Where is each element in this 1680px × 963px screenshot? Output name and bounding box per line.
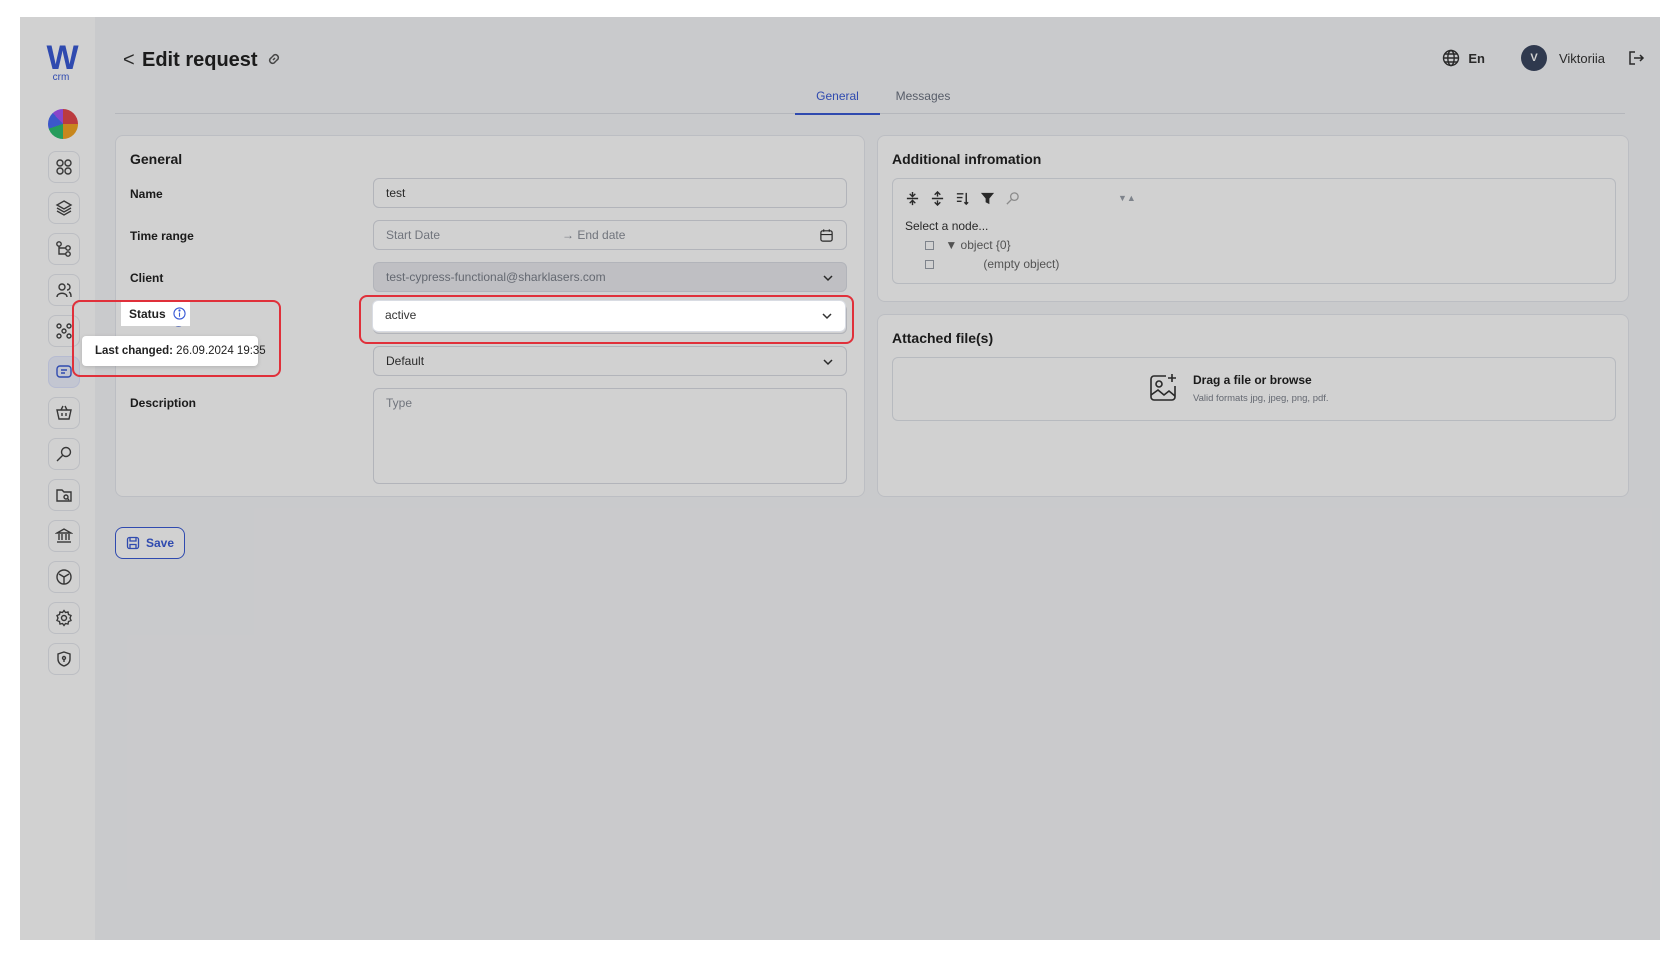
tab-messages[interactable]: Messages — [883, 87, 963, 113]
shield-icon — [57, 651, 71, 667]
additional-info-card: Additional infromation ▼▲ Select a node.… — [877, 135, 1629, 302]
description-placeholder: Type — [386, 396, 413, 410]
end-date-placeholder: → End date — [562, 228, 626, 242]
bank-icon — [55, 528, 73, 543]
sidebar-item-hierarchy[interactable] — [48, 233, 80, 265]
expand-all-icon[interactable] — [905, 191, 920, 206]
tree-empty-checkbox[interactable] — [925, 260, 934, 270]
globe-icon — [1443, 49, 1460, 67]
sidebar-item-settings[interactable] — [48, 602, 80, 634]
time-range-field[interactable]: Start Date → End date — [373, 220, 847, 250]
tree-empty-row[interactable]: (empty object) — [925, 257, 1059, 271]
add-image-icon — [1150, 374, 1176, 401]
tree-empty-label: (empty object) — [983, 257, 1060, 271]
name-field[interactable]: test — [373, 178, 847, 208]
priority-select[interactable]: Default — [373, 346, 847, 376]
collapse-all-icon[interactable] — [930, 191, 945, 206]
settings-icon — [56, 609, 72, 627]
language-switch[interactable]: En — [1442, 49, 1485, 67]
top-bar: < Edit request En V Viktoriia — [115, 42, 1645, 78]
save-icon — [126, 536, 140, 550]
description-label: Description — [130, 396, 197, 410]
dropzone-hint: Valid formats jpg, jpeg, png, pdf. — [1193, 393, 1329, 404]
sidebar-item-basket[interactable] — [48, 397, 80, 429]
file-dropzone[interactable]: Drag a file or browse Valid formats jpg,… — [892, 357, 1616, 421]
folder-search-icon — [56, 489, 72, 502]
priority-value: Default — [386, 354, 425, 368]
sidebar-item-folder[interactable] — [48, 479, 80, 511]
tree-root-checkbox[interactable] — [925, 241, 934, 251]
logo-letter: W — [46, 39, 78, 77]
layers-icon — [55, 200, 73, 216]
start-date-placeholder: Start Date — [386, 228, 441, 242]
logout-icon[interactable] — [1627, 49, 1645, 67]
json-editor[interactable]: ▼▲ Select a node... ▼ object {0} (empty … — [892, 178, 1616, 284]
sidebar-item-bank[interactable] — [48, 520, 80, 552]
sort-arrows[interactable]: ▼▲ — [1118, 193, 1136, 203]
sidebar-item-key[interactable] — [48, 438, 80, 470]
app-window: W crm < Edit request En V Viktoriia Gene… — [20, 17, 1660, 940]
org-structure-icon — [56, 323, 72, 339]
description-textarea[interactable]: Type — [373, 388, 847, 484]
sort-icon[interactable] — [955, 191, 970, 206]
sidebar-item-layers[interactable] — [48, 192, 80, 224]
sidebar-item-dashboard[interactable] — [48, 151, 80, 183]
dashboard-pie-icon[interactable] — [48, 109, 78, 139]
sidebar-item-box[interactable] — [48, 561, 80, 593]
language-label: En — [1468, 50, 1485, 66]
calendar-icon[interactable] — [819, 228, 834, 243]
filter-icon[interactable] — [980, 191, 995, 206]
users-icon — [56, 283, 72, 298]
basket-icon — [56, 405, 72, 420]
key-search-icon — [56, 446, 72, 462]
time-range-label: Time range — [130, 229, 194, 243]
chevron-down-icon — [823, 275, 833, 282]
attachments-card: Attached file(s) Drag a file or browse V… — [877, 314, 1629, 497]
client-value: test-cypress-functional@sharklasers.com — [386, 270, 606, 284]
hierarchy-icon — [56, 241, 71, 257]
link-icon[interactable] — [265, 50, 283, 68]
status-tooltip-highlight — [72, 300, 281, 377]
client-label: Client — [130, 271, 164, 285]
additional-info-title: Additional infromation — [892, 151, 1042, 167]
back-button[interactable]: < — [123, 48, 135, 72]
box-icon — [56, 569, 72, 585]
save-label: Save — [145, 536, 175, 550]
page-title: Edit request — [142, 49, 258, 71]
dropzone-title[interactable]: Drag a file or browse — [1193, 373, 1312, 387]
select-node-text: Select a node... — [905, 219, 989, 233]
client-select[interactable]: test-cypress-functional@sharklasers.com — [373, 262, 847, 292]
name-label: Name — [130, 187, 163, 201]
app-logo[interactable]: W crm — [42, 39, 80, 83]
sidebar-item-security[interactable] — [48, 643, 80, 675]
chevron-down-icon — [823, 359, 833, 366]
dashboard-grid-icon — [56, 159, 72, 175]
requests-icon — [56, 365, 72, 378]
tab-general[interactable]: General — [795, 87, 880, 115]
json-toolbar — [905, 191, 1020, 206]
general-title: General — [130, 151, 183, 167]
save-button[interactable]: Save — [115, 527, 185, 559]
status-select-highlight — [359, 295, 854, 344]
user-name: Viktoriia — [1558, 50, 1605, 66]
sidebar: W crm — [20, 17, 95, 940]
tree-root-row[interactable]: ▼ object {0} — [925, 238, 1011, 252]
user-menu[interactable]: V Viktoriia — [1520, 45, 1605, 71]
tree-root-label: ▼ object {0} — [945, 238, 1011, 252]
avatar: V — [1520, 45, 1547, 71]
tab-bar: General Messages — [115, 87, 1625, 115]
main-content: < Edit request En V Viktoriia General Me… — [115, 17, 1645, 940]
attachments-title: Attached file(s) — [892, 330, 994, 346]
search-icon[interactable] — [1005, 191, 1020, 206]
